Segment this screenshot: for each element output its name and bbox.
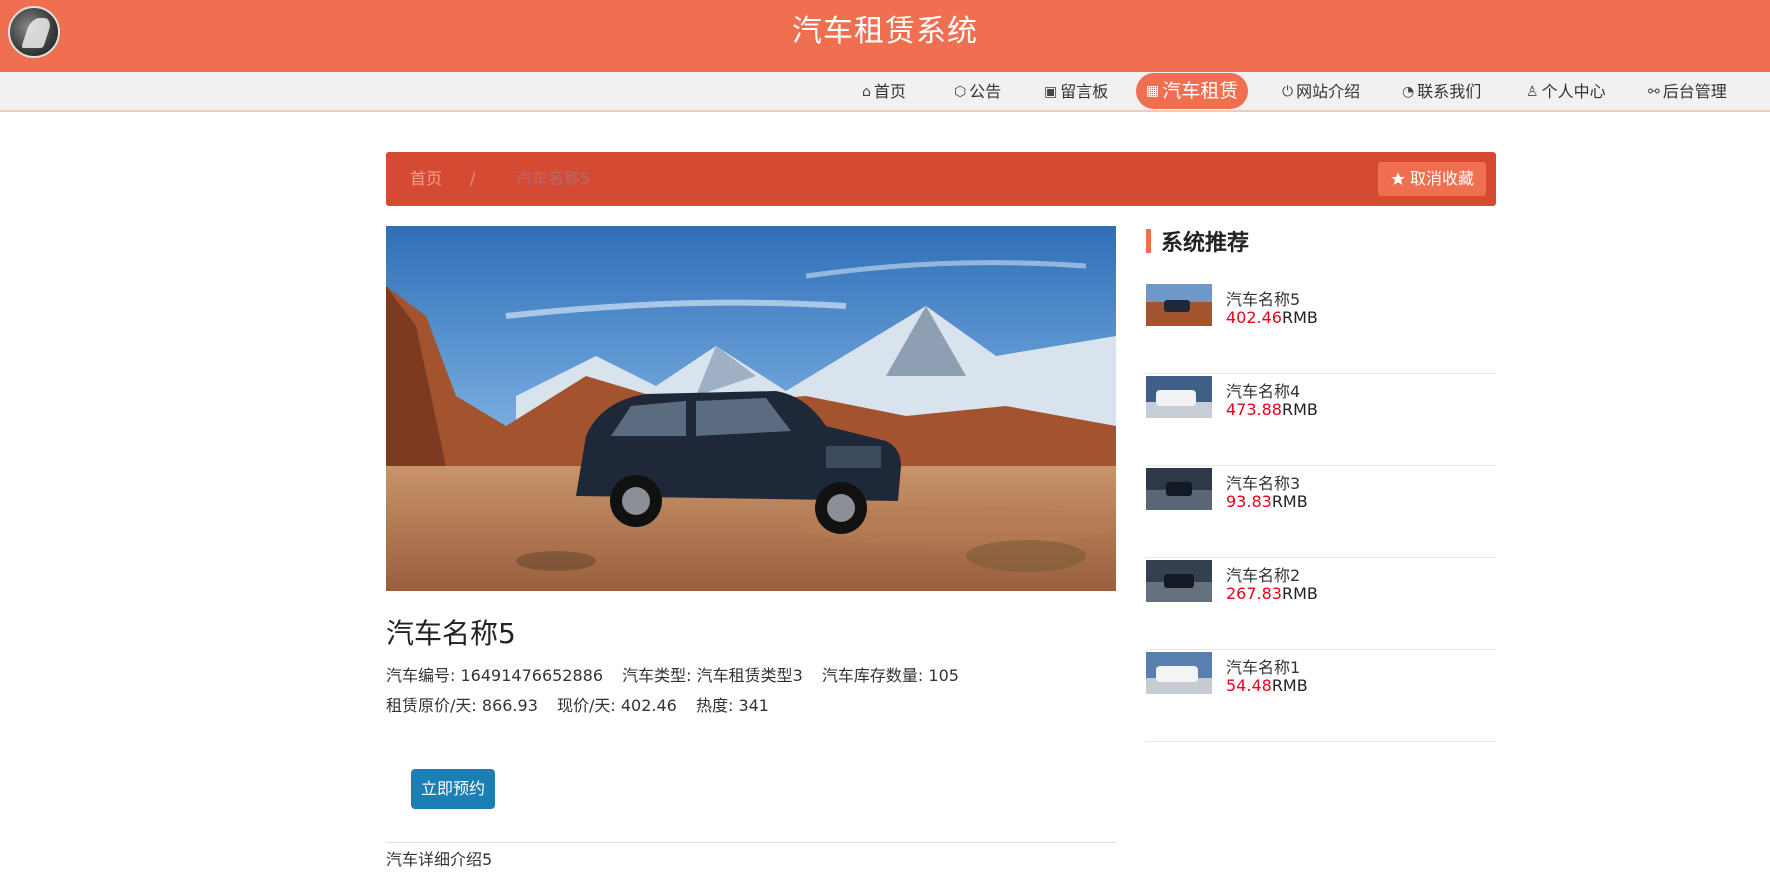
original-price-label: 租赁原价/天: xyxy=(386,696,477,715)
book-now-button[interactable]: 立即预约 xyxy=(411,769,495,809)
recommend-thumbnail[interactable] xyxy=(1146,284,1212,326)
car-code-label: 汽车编号: xyxy=(386,666,456,685)
recommend-item[interactable]: 汽车名称5 402.46RMB xyxy=(1146,282,1496,374)
current-price-label: 现价/天: xyxy=(556,696,616,715)
site-title: 汽车租赁系统 xyxy=(792,14,978,49)
car-main-image xyxy=(386,226,1116,591)
main-nav: ⌂ 首页 ⬡ 公告 ▣ 留言板 ▦ 汽车租赁 ⏻ 网站介绍 ◔ 联系我们 ♙ 个… xyxy=(0,72,1770,112)
home-icon: ⌂ xyxy=(862,84,871,100)
car-stock-value: 105 xyxy=(928,666,959,685)
recommend-price: 473.88RMB xyxy=(1226,400,1318,419)
nav-item-home[interactable]: ⌂ 首页 xyxy=(862,72,906,112)
recommend-thumbnail[interactable] xyxy=(1146,376,1212,418)
original-price-value: 866.93 xyxy=(481,696,538,715)
recommend-item[interactable]: 汽车名称4 473.88RMB xyxy=(1146,374,1496,466)
user-icon: ♙ xyxy=(1526,84,1539,100)
recommend-name[interactable]: 汽车名称5 xyxy=(1226,286,1300,310)
car-name-heading: 汽车名称5 xyxy=(386,617,516,650)
breadcrumb: 首页 / 汽车名称5 取消收藏 xyxy=(386,152,1496,206)
nav-item-message-board[interactable]: ▣ 留言板 xyxy=(1044,72,1108,112)
recommend-thumbnail[interactable] xyxy=(1146,560,1212,602)
power-icon: ⏻ xyxy=(1282,84,1294,100)
top-header: 汽车租赁系统 xyxy=(0,0,1770,72)
nav-item-contact[interactable]: ◔ 联系我们 xyxy=(1402,72,1481,112)
recommend-item[interactable]: 汽车名称2 267.83RMB xyxy=(1146,558,1496,650)
breadcrumb-home-link[interactable]: 首页 xyxy=(410,152,442,206)
recommend-price: 267.83RMB xyxy=(1226,584,1318,603)
recommend-thumbnail[interactable] xyxy=(1146,652,1212,694)
recommend-item[interactable]: 汽车名称3 93.83RMB xyxy=(1146,466,1496,558)
gift-icon: ▣ xyxy=(1044,84,1058,100)
recommend-header: 系统推荐 xyxy=(1146,226,1249,256)
recommend-title: 系统推荐 xyxy=(1161,231,1250,256)
breadcrumb-separator: / xyxy=(470,169,476,188)
recommend-price: 54.48RMB xyxy=(1226,676,1308,695)
car-info-line-2: 租赁原价/天: 866.93 现价/天: 402.46 热度: 341 xyxy=(386,692,769,716)
recommend-price: 93.83RMB xyxy=(1226,492,1308,511)
recommend-name[interactable]: 汽车名称4 xyxy=(1226,378,1300,402)
recommend-name[interactable]: 汽车名称2 xyxy=(1226,562,1300,586)
nav-item-car-rental[interactable]: ▦ 汽车租赁 xyxy=(1136,73,1249,109)
recommend-thumbnail[interactable] xyxy=(1146,468,1212,510)
nav-item-about[interactable]: ⏻ 网站介绍 xyxy=(1282,72,1360,112)
link-icon: ⚯ xyxy=(1648,84,1660,100)
car-code-value: 16491476652886 xyxy=(460,666,604,685)
divider xyxy=(386,842,1116,843)
car-type-value: 汽车租赁类型3 xyxy=(696,666,803,685)
calendar-icon: ▦ xyxy=(1146,83,1160,99)
cube-icon: ⬡ xyxy=(954,84,967,100)
car-stock-label: 汽车库存数量: xyxy=(821,666,924,685)
recommend-price: 402.46RMB xyxy=(1226,308,1318,327)
heat-label: 热度: xyxy=(695,696,734,715)
car-type-label: 汽车类型: xyxy=(622,666,692,685)
palette-icon: ◔ xyxy=(1402,84,1415,100)
car-info-line-1: 汽车编号: 16491476652886 汽车类型: 汽车租赁类型3 汽车库存数… xyxy=(386,662,959,686)
heat-value: 341 xyxy=(738,696,769,715)
star-icon xyxy=(1391,172,1405,185)
recommend-item[interactable]: 汽车名称1 54.48RMB xyxy=(1146,650,1496,742)
car-description: 汽车详细介绍5 xyxy=(386,850,493,869)
current-price-value: 402.46 xyxy=(620,696,677,715)
nav-item-admin[interactable]: ⚯ 后台管理 xyxy=(1648,72,1727,112)
recommend-name[interactable]: 汽车名称3 xyxy=(1226,470,1300,494)
unfavorite-button[interactable]: 取消收藏 xyxy=(1377,162,1486,196)
nav-item-notice[interactable]: ⬡ 公告 xyxy=(954,72,1001,112)
breadcrumb-current: 汽车名称5 xyxy=(516,169,591,188)
recommend-name[interactable]: 汽车名称1 xyxy=(1226,654,1300,678)
section-accent-bar xyxy=(1146,229,1151,253)
nav-item-profile[interactable]: ♙ 个人中心 xyxy=(1526,72,1606,112)
